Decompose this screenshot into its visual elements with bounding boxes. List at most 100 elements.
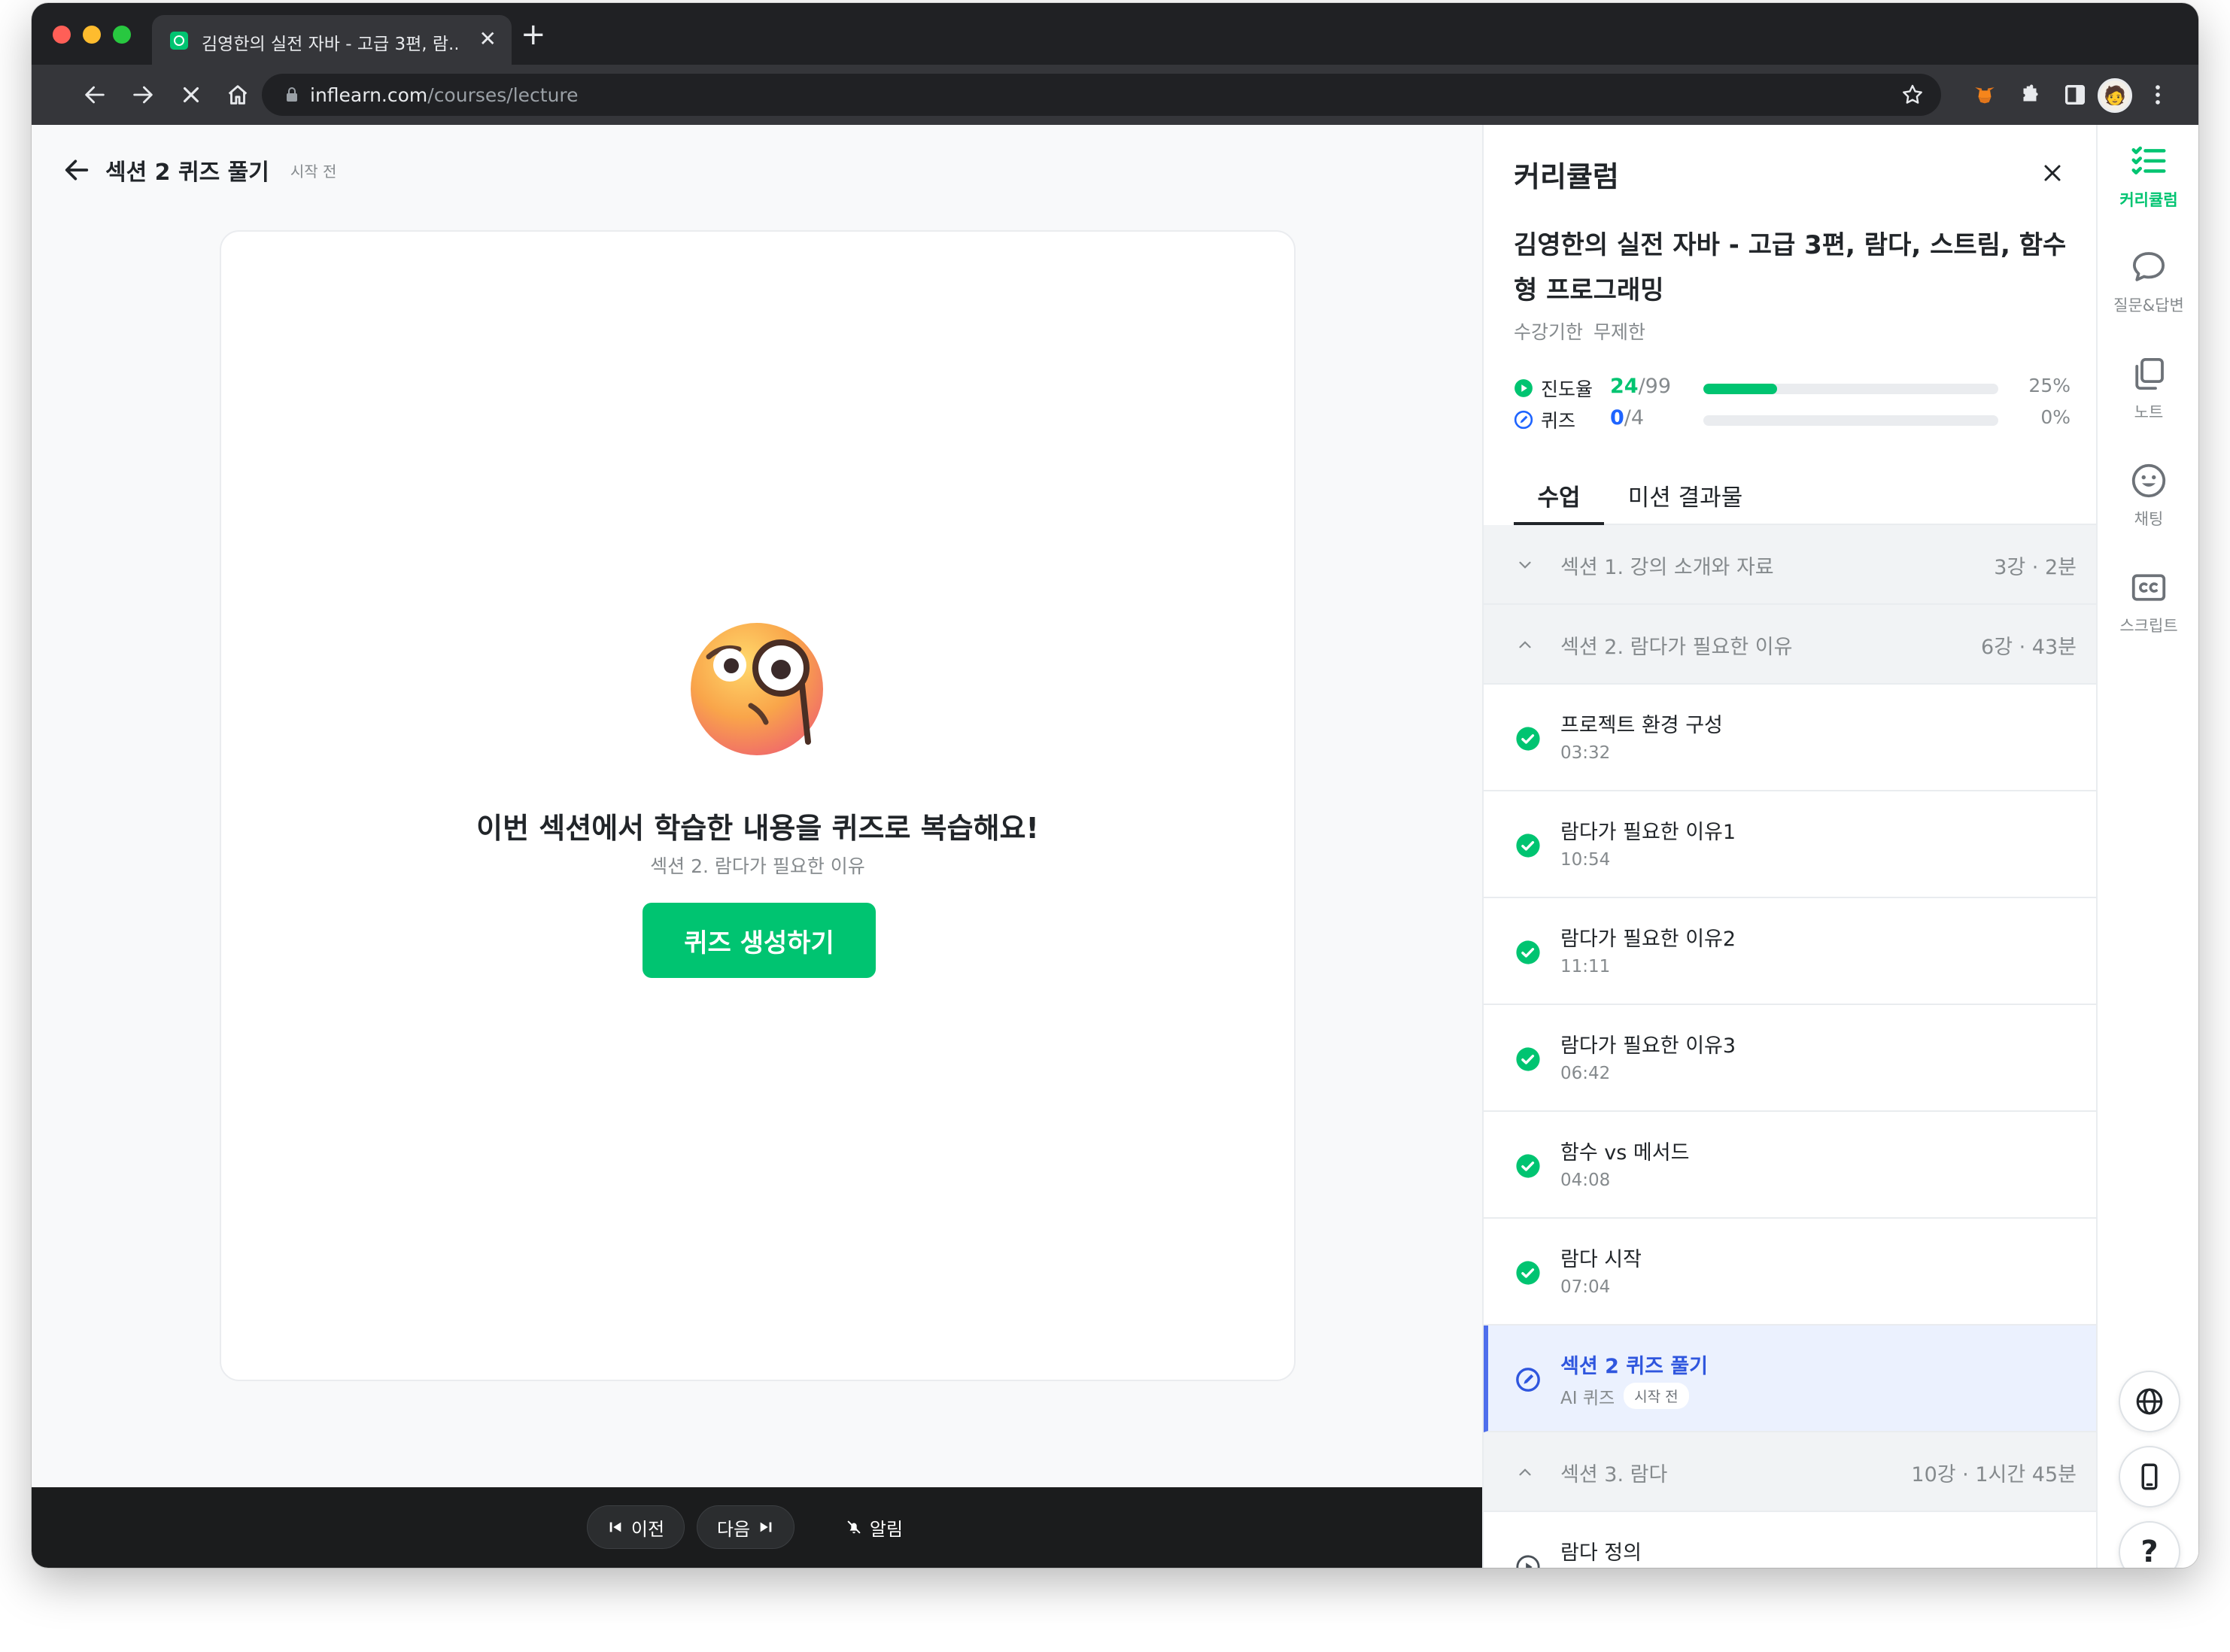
tab-mission-results[interactable]: 미션 결과물	[1618, 468, 1753, 525]
extensions-puzzle-icon[interactable]	[2010, 75, 2049, 114]
course-period: 수강기한 무제한	[1514, 317, 1645, 345]
quiz-count: 0/4	[1610, 406, 1645, 430]
course-title: 김영한의 실전 자바 - 고급 3편, 람다, 스트림, 함수형 프로그래밍	[1514, 230, 2067, 305]
profile-avatar[interactable]: 🧑	[2098, 78, 2132, 113]
close-icon[interactable]	[2039, 159, 2066, 187]
language-button[interactable]	[2119, 1371, 2180, 1432]
window-close-button[interactable]	[53, 26, 71, 44]
new-tab-icon[interactable]: +	[521, 20, 546, 50]
lesson-row[interactable]: 람다 정의	[1484, 1512, 2096, 1568]
progress-label: 진도율	[1541, 378, 1594, 400]
play-circle-outline-icon	[1516, 1555, 1540, 1568]
rail-qna[interactable]: 질문&답변	[2098, 230, 2198, 328]
skip-next-icon	[760, 1522, 772, 1532]
lesson-name: 람다가 필요한 이유1	[1560, 821, 1736, 844]
chrome-menu-icon[interactable]	[2138, 75, 2177, 114]
current-lesson-row[interactable]: 섹션 2 퀴즈 풀기 AI 퀴즈 시작 전	[1484, 1326, 2096, 1432]
progress-bar	[1703, 384, 1998, 394]
window-minimize-button[interactable]	[83, 26, 101, 44]
quiz-pencil-icon	[1516, 1368, 1540, 1392]
inflearn-favicon-icon	[170, 32, 188, 50]
check-circle-icon	[1516, 1261, 1540, 1285]
tab-lessons[interactable]: 수업	[1514, 468, 1604, 525]
lesson-row[interactable]: 람다가 필요한 이유2 11:11	[1484, 898, 2096, 1005]
home-icon[interactable]	[218, 75, 257, 114]
globe-icon	[2136, 1388, 2163, 1415]
lesson-duration: 04:08	[1560, 1171, 1611, 1190]
curriculum-panel: 커리큘럼 김영한의 실전 자바 - 고급 3편, 람다, 스트림, 함수형 프로…	[1482, 125, 2096, 1568]
lesson-row[interactable]: 함수 vs 메서드 04:08	[1484, 1112, 2096, 1219]
rail-chat[interactable]: 채팅	[2098, 444, 2198, 542]
section-name: 섹션 3. 람다	[1560, 1463, 1668, 1486]
quiz-stat: 퀴즈 0/4 0%	[1514, 406, 2070, 432]
lesson-row[interactable]: 프로젝트 환경 구성 03:32	[1484, 685, 2096, 791]
lesson-meta: AI 퀴즈 시작 전	[1560, 1383, 1689, 1409]
smiley-icon	[2131, 463, 2166, 498]
status-badge: 시작 전	[1624, 1383, 1689, 1409]
section-name: 섹션 1. 강의 소개와 자료	[1560, 556, 1774, 579]
lesson-duration: 06:42	[1560, 1064, 1611, 1083]
lesson-kind: AI 퀴즈	[1560, 1388, 1615, 1408]
url-text: inflearn.com/courses/lecture	[310, 84, 579, 106]
lesson-duration: 07:04	[1560, 1277, 1611, 1297]
curriculum-list: 섹션 1. 강의 소개와 자료 3강 · 2분 섹션 2. 람다가 필요한 이유…	[1484, 525, 2096, 1568]
lesson-name: 람다가 필요한 이유2	[1560, 928, 1736, 951]
progress-bar-fill	[1703, 384, 1777, 394]
checklist-icon	[2131, 146, 2166, 175]
play-circle-icon	[1515, 379, 1533, 397]
monocle-face-icon	[688, 615, 831, 758]
right-rail: 커리큘럼 질문&답변 노트 채팅 스크립트 ?	[2096, 125, 2198, 1568]
bottom-navigation-bar: 이전 다음 알림	[32, 1487, 1482, 1568]
page-viewport: 섹션 2 퀴즈 풀기 시작 전 이번 섹션에서 학습한 내용을 퀴즈로 복습해요…	[32, 125, 2198, 1568]
next-label: 다음	[716, 1518, 751, 1540]
section-row[interactable]: 섹션 3. 람다 10강 · 1시간 45분	[1484, 1432, 2096, 1512]
generate-quiz-button[interactable]: 퀴즈 생성하기	[643, 903, 876, 978]
previous-lesson-button[interactable]: 이전	[587, 1505, 685, 1549]
quiz-bar	[1703, 415, 1998, 426]
lecture-main: 섹션 2 퀴즈 풀기 시작 전 이번 섹션에서 학습한 내용을 퀴즈로 복습해요…	[32, 125, 1482, 1568]
chevron-up-icon	[1519, 1468, 1531, 1476]
rail-label: 커리큘럼	[2119, 191, 2178, 209]
tab-title: 김영한의 실전 자바 - 고급 3편, 람...	[202, 35, 457, 54]
help-button[interactable]: ?	[2119, 1521, 2180, 1568]
tab-close-icon[interactable]: ✕	[479, 26, 497, 53]
next-lesson-button[interactable]: 다음	[697, 1505, 794, 1549]
lesson-row[interactable]: 람다 시작 07:04	[1484, 1219, 2096, 1326]
metamask-fox-icon[interactable]	[1965, 75, 2004, 114]
lesson-name: 람다 정의	[1560, 1541, 1642, 1565]
mobile-view-button[interactable]	[2119, 1446, 2180, 1508]
check-circle-icon	[1516, 1154, 1540, 1178]
bookmark-star-icon[interactable]	[1900, 83, 1925, 107]
back-arrow-icon[interactable]	[62, 155, 92, 185]
lecture-title: 섹션 2 퀴즈 풀기	[105, 159, 269, 186]
back-icon[interactable]	[75, 75, 114, 114]
quiz-pencil-icon	[1514, 410, 1533, 430]
rail-label: 스크립트	[2119, 617, 2178, 635]
quiz-card: 이번 섹션에서 학습한 내용을 퀴즈로 복습해요! 섹션 2. 람다가 필요한 …	[220, 230, 1296, 1381]
section-row[interactable]: 섹션 1. 강의 소개와 자료 3강 · 2분	[1484, 525, 2096, 605]
rail-label: 채팅	[2134, 510, 2164, 528]
alarm-toggle-button[interactable]: 알림	[829, 1505, 919, 1549]
browser-tab[interactable]: 김영한의 실전 자바 - 고급 3편, 람... ✕	[152, 15, 512, 65]
check-circle-icon	[1516, 940, 1540, 964]
browser-window: 김영한의 실전 자바 - 고급 3편, 람... ✕ + inflearn.co…	[32, 3, 2198, 1568]
quiz-label: 퀴즈	[1541, 410, 1576, 432]
check-circle-icon	[1516, 727, 1540, 751]
note-icon	[2135, 357, 2164, 390]
rail-notes[interactable]: 노트	[2098, 337, 2198, 435]
rail-script[interactable]: 스크립트	[2098, 551, 2198, 648]
lesson-row[interactable]: 람다가 필요한 이유1 10:54	[1484, 791, 2096, 898]
address-bar[interactable]: inflearn.com/courses/lecture	[262, 74, 1941, 116]
stop-loading-icon[interactable]	[172, 75, 211, 114]
question-mark-icon: ?	[2140, 1535, 2159, 1568]
section-row[interactable]: 섹션 2. 람다가 필요한 이유 6강 · 43분	[1484, 605, 2096, 685]
window-zoom-button[interactable]	[113, 26, 131, 44]
lesson-duration: 11:11	[1560, 957, 1611, 976]
forward-icon[interactable]	[123, 75, 163, 114]
closed-caption-icon	[2131, 574, 2166, 601]
lesson-name: 섹션 2 퀴즈 풀기	[1560, 1355, 1709, 1378]
lesson-row[interactable]: 람다가 필요한 이유3 06:42	[1484, 1005, 2096, 1112]
lesson-duration: 10:54	[1560, 850, 1611, 870]
side-panel-icon[interactable]	[2055, 75, 2095, 114]
rail-curriculum[interactable]: 커리큘럼	[2098, 125, 2198, 223]
